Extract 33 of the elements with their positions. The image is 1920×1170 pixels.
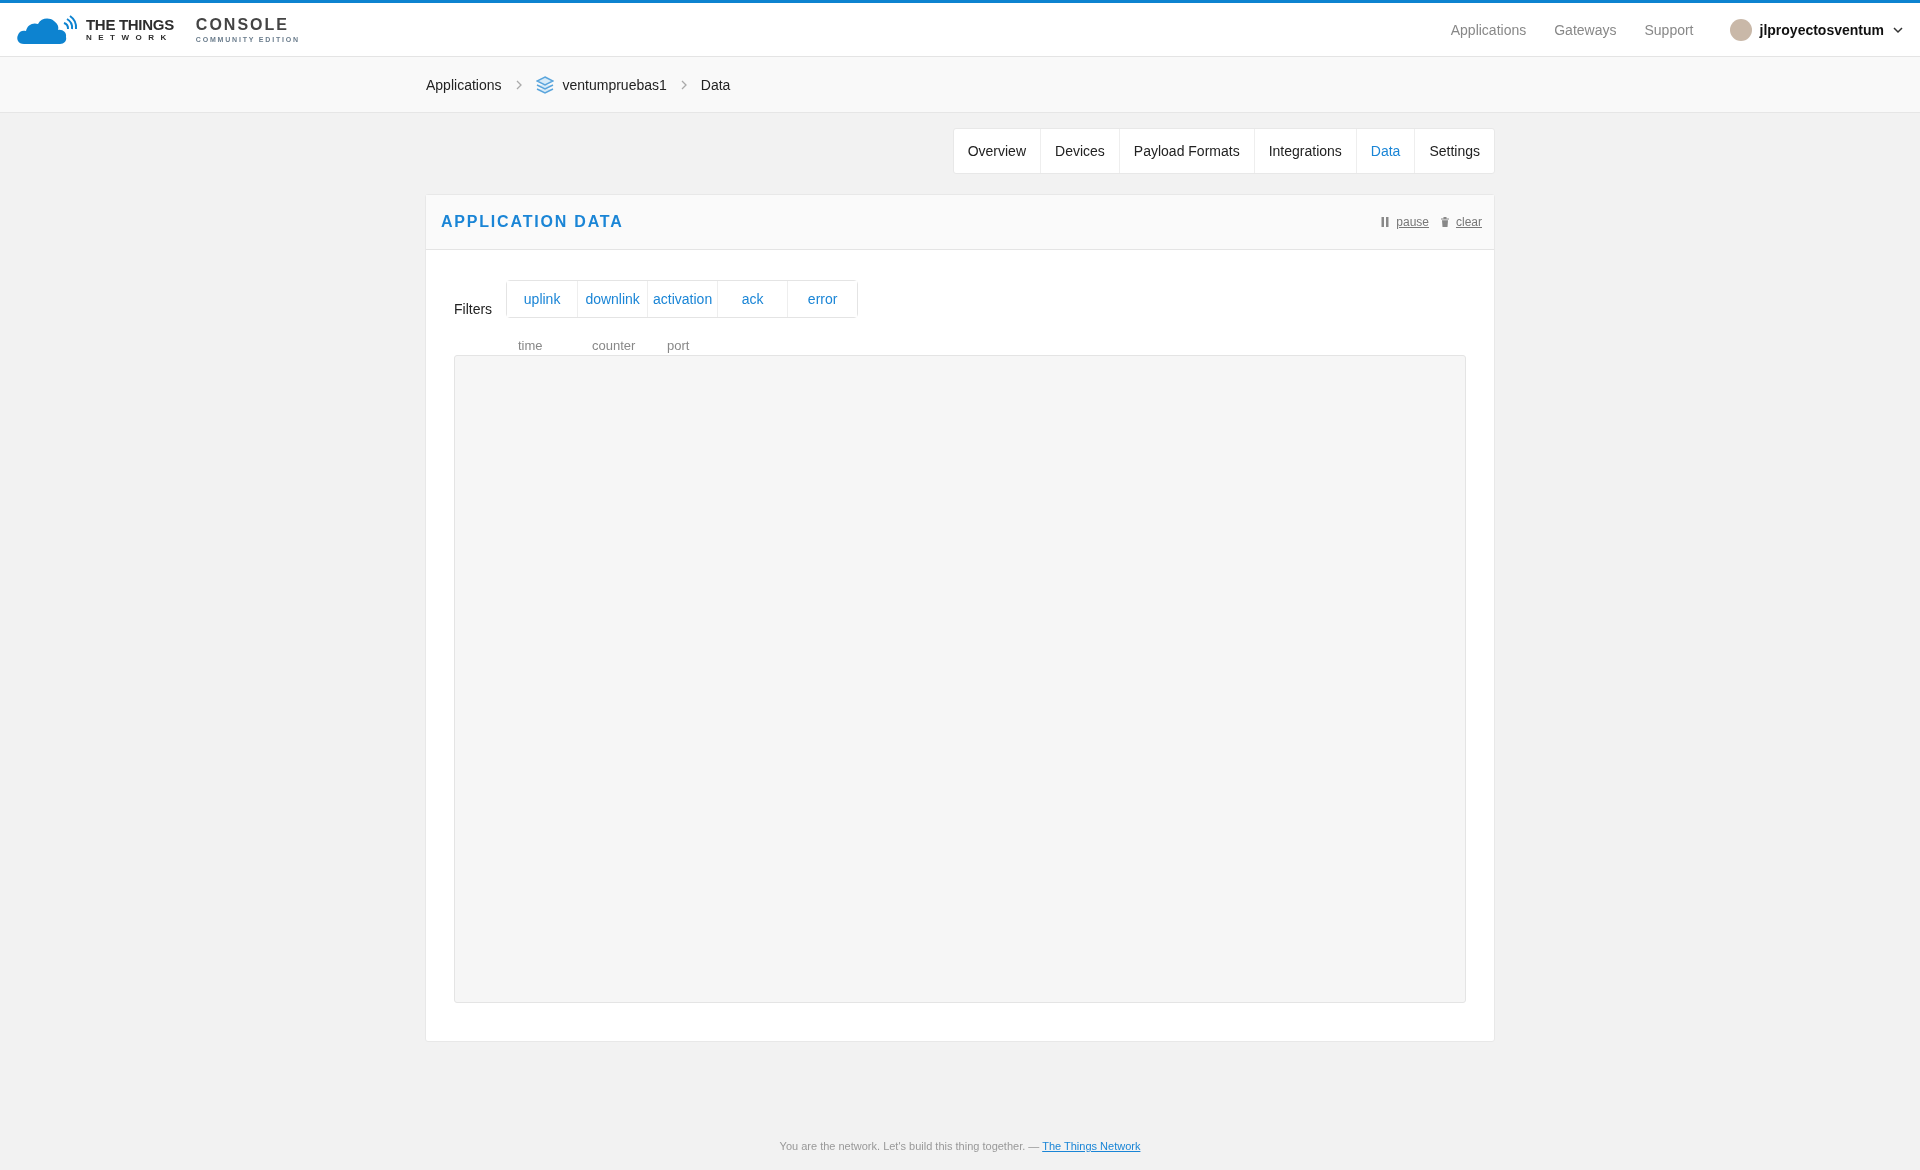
breadcrumb-link[interactable]: ventumpruebas1 — [562, 76, 667, 93]
brand-name: THE THINGS — [86, 17, 174, 32]
tab[interactable]: Settings — [1414, 129, 1494, 173]
column-header: port — [667, 338, 690, 353]
footer-text: You are the network. Let's build this thing together. — The Things Network — [779, 1140, 1141, 1152]
filters-label: Filters — [454, 301, 493, 318]
breadcrumb-link[interactable]: Applications — [426, 76, 502, 93]
chevron-right-icon — [680, 79, 687, 90]
breadcrumb-current: Data — [700, 76, 731, 93]
tab[interactable]: Payload Formats — [1118, 129, 1254, 173]
nav-link[interactable]: Gateways — [1554, 21, 1617, 38]
chevron-right-icon — [515, 79, 522, 90]
clear-link[interactable]: clear — [1456, 215, 1482, 229]
brand-subtitle: NETWORK — [86, 34, 174, 42]
trash-icon — [1441, 217, 1449, 227]
card-title: APPLICATION DATA — [441, 213, 624, 231]
column-header: time — [518, 338, 544, 353]
nav-link[interactable]: Support — [1644, 21, 1694, 38]
tab[interactable]: Data — [1355, 129, 1415, 173]
nav-link[interactable]: Applications — [1450, 21, 1527, 38]
layers-icon — [535, 75, 554, 94]
pause-link[interactable]: pause — [1396, 215, 1429, 229]
tab[interactable]: Integrations — [1253, 129, 1356, 173]
filter-button[interactable]: error — [787, 281, 858, 317]
tab[interactable]: Devices — [1040, 129, 1119, 173]
chevron-down-icon[interactable] — [1892, 25, 1904, 34]
tab[interactable]: Overview — [953, 129, 1041, 173]
pause-icon — [1381, 217, 1390, 227]
product-name: CONSOLE — [195, 16, 290, 33]
cloud-logo-icon — [16, 14, 78, 45]
column-header: counter — [592, 338, 637, 353]
footer-link[interactable]: The Things Network — [1042, 1140, 1141, 1152]
user-name[interactable]: jlproyectosventum — [1759, 21, 1884, 38]
